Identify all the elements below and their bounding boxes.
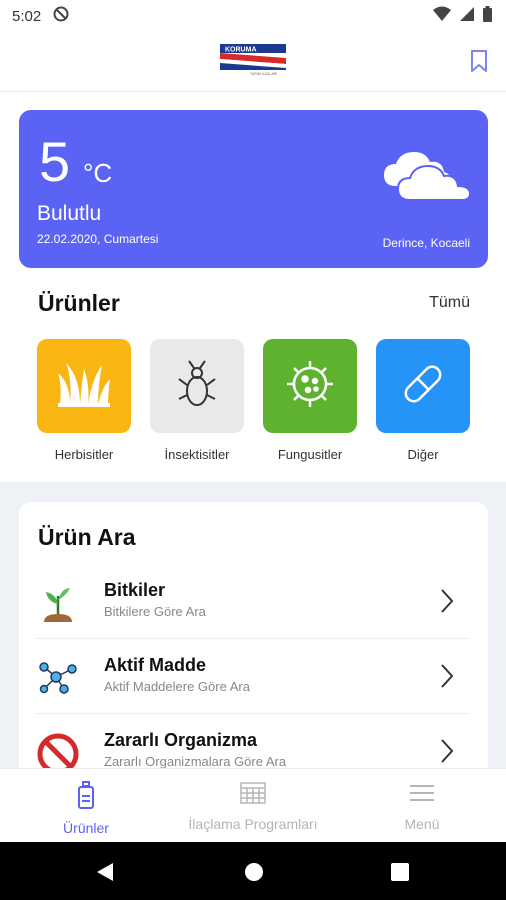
nav-label: Ürünler	[63, 820, 109, 836]
weather-temperature: 5	[39, 130, 71, 193]
category-tile	[263, 339, 357, 433]
cloud-icon	[382, 144, 472, 209]
menu-icon	[409, 785, 435, 809]
list-item-title: Aktif Madde	[104, 655, 207, 675]
list-item-plants[interactable]: Bitkiler Bitkilere Göre Ara	[36, 564, 470, 639]
do-not-disturb-icon	[53, 6, 69, 26]
category-tile	[150, 339, 244, 433]
list-item-title: Bitkiler	[104, 580, 166, 600]
home-icon[interactable]	[244, 862, 264, 887]
weather-card[interactable]: 5 °C Bulutlu 22.02.2020, Cumartesi Derin…	[19, 110, 488, 268]
nav-tab-products[interactable]: Ürünler	[48, 781, 124, 836]
nav-tab-menu[interactable]: Menü	[386, 781, 458, 832]
category-other[interactable]: Diğer	[376, 339, 470, 462]
grass-icon	[56, 359, 112, 414]
weather-location: Derince, Kocaeli	[382, 236, 470, 250]
battery-icon	[483, 6, 492, 26]
app-bar: KORUMA TARIM İLAÇLARI	[0, 32, 506, 92]
plant-icon	[36, 582, 80, 626]
category-tile	[37, 339, 131, 433]
back-icon[interactable]	[96, 862, 114, 887]
weather-date: 22.02.2020, Cumartesi	[37, 232, 159, 246]
pill-icon	[398, 359, 448, 414]
bookmark-button[interactable]	[470, 49, 488, 78]
molecule-icon	[36, 657, 80, 701]
list-item-subtitle: Zararlı Organizmalara Göre Ara	[104, 754, 287, 769]
wifi-icon	[433, 6, 451, 26]
calendar-icon	[240, 782, 266, 809]
app-logo: KORUMA TARIM İLAÇLARI	[220, 44, 286, 76]
status-bar: 5:02	[0, 0, 506, 32]
chevron-right-icon	[440, 738, 454, 769]
weather-condition: Bulutlu	[37, 202, 102, 225]
recents-icon[interactable]	[391, 863, 409, 886]
category-label: Herbisitler	[54, 447, 114, 462]
category-fungicides[interactable]: Fungusitler	[263, 339, 357, 462]
svg-text:KORUMA: KORUMA	[225, 47, 257, 54]
chevron-right-icon	[440, 663, 454, 694]
bottle-icon	[77, 781, 95, 813]
bottom-navigation: Ürünler İlaçlama Programları Menü	[0, 768, 506, 842]
nav-tab-spray-programs[interactable]: İlaçlama Programları	[178, 781, 328, 832]
list-item-subtitle: Aktif Maddelere Göre Ara	[104, 679, 250, 694]
virus-icon	[283, 357, 337, 416]
category-tile	[376, 339, 470, 433]
category-label: Fungusitler	[277, 447, 343, 462]
status-time: 5:02	[12, 7, 42, 25]
list-item-subtitle: Bitkilere Göre Ara	[104, 604, 206, 619]
weather-unit: °C	[83, 158, 113, 188]
see-all-link[interactable]: Tümü	[429, 294, 470, 312]
category-label: Diğer	[407, 447, 439, 462]
list-item-title: Zararlı Organizma	[104, 730, 258, 750]
category-insecticides[interactable]: İnsektisitler	[150, 339, 244, 462]
category-label: İnsektisitler	[164, 447, 230, 462]
svg-text:TARIM İLAÇLARI: TARIM İLAÇLARI	[250, 71, 277, 76]
list-item-active-ingredient[interactable]: Aktif Madde Aktif Maddelere Göre Ara	[36, 639, 470, 714]
nav-label: Menü	[404, 816, 440, 832]
bug-icon	[177, 359, 217, 414]
bookmark-icon	[470, 50, 488, 77]
chevron-right-icon	[440, 588, 454, 619]
search-title: Ürün Ara	[38, 524, 136, 550]
signal-icon	[459, 6, 475, 26]
system-navigation-bar	[0, 842, 506, 900]
products-title: Ürünler	[38, 290, 120, 316]
category-herbicides[interactable]: Herbisitler	[37, 339, 131, 462]
nav-label: İlaçlama Programları	[188, 816, 318, 832]
